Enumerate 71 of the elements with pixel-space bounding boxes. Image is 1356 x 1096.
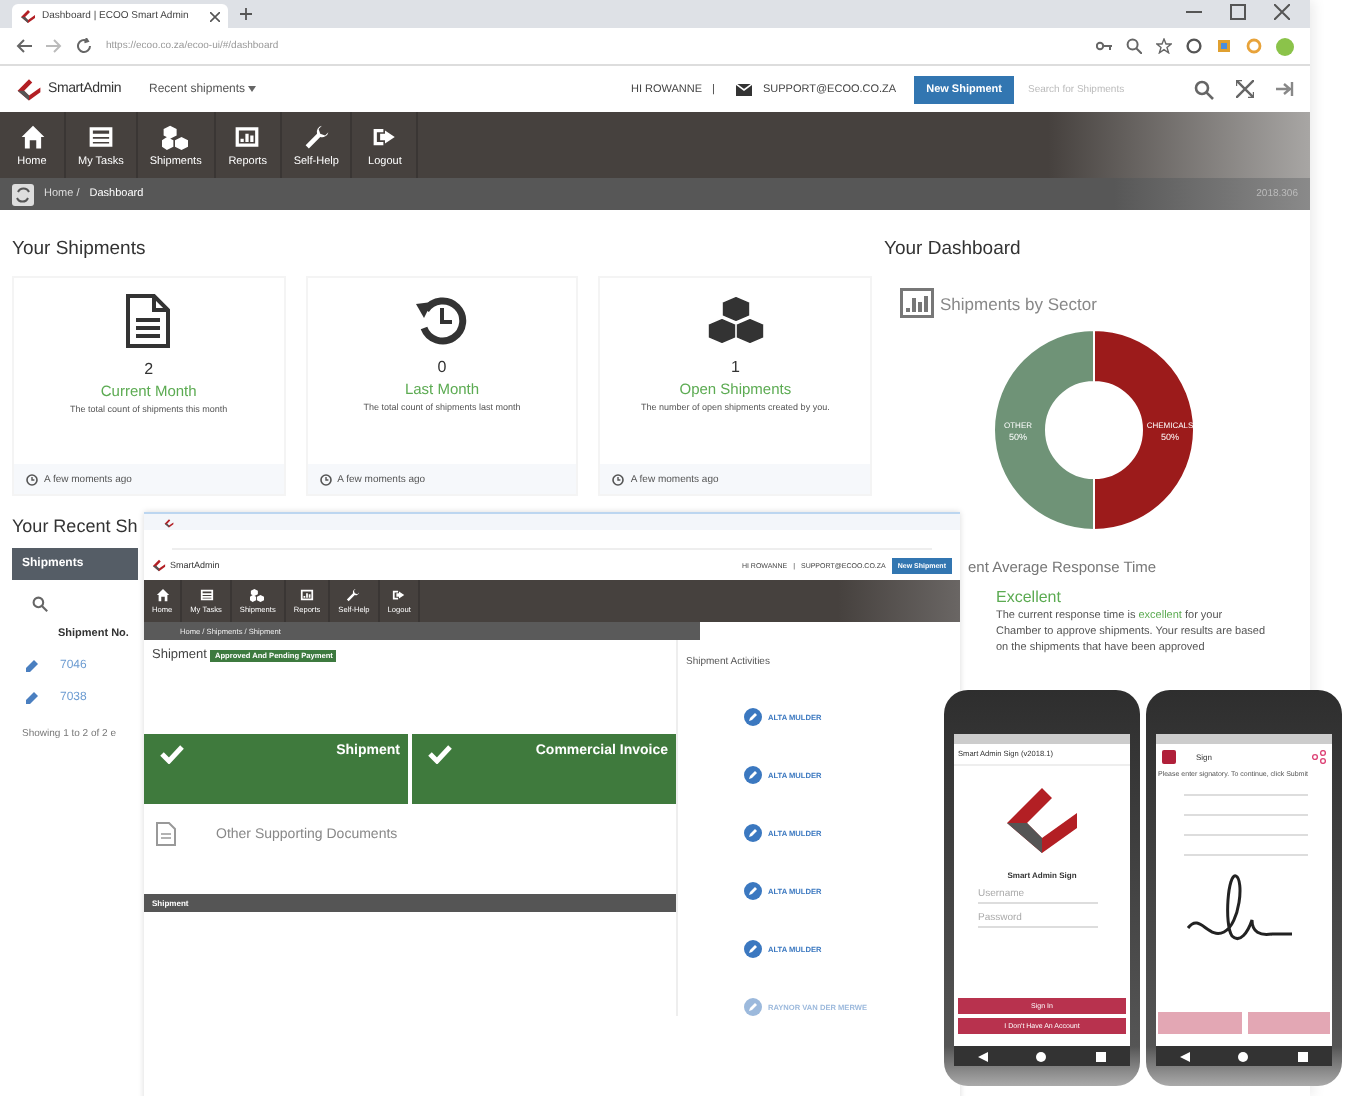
- document-icon: [126, 294, 171, 348]
- stat-count: 1: [730, 358, 740, 376]
- star-icon[interactable]: [1156, 38, 1172, 54]
- back-icon[interactable]: [16, 38, 32, 54]
- section-title: Your Recent Sh: [12, 516, 138, 536]
- logout-icon: [371, 123, 398, 149]
- wrench-icon: [346, 588, 361, 602]
- recent-apps-icon[interactable]: [1095, 1051, 1106, 1061]
- new-tab-icon[interactable]: [240, 8, 252, 20]
- stat-count: 0: [437, 358, 447, 376]
- input-field[interactable]: [1184, 790, 1308, 796]
- pencil-icon: [744, 998, 762, 1016]
- logout-icon: [392, 588, 407, 602]
- stat-count: 2: [144, 360, 154, 378]
- cubes-icon: [705, 294, 766, 346]
- envelope-icon: [736, 83, 753, 95]
- pencil-icon: [744, 940, 762, 958]
- home-icon: [155, 588, 170, 602]
- cubes-icon: [162, 123, 189, 149]
- back-icon[interactable]: [1180, 1051, 1191, 1061]
- pencil-icon: [744, 766, 762, 784]
- logo-icon: [20, 8, 36, 24]
- bar-chart-icon: [234, 123, 261, 149]
- section-title: Your Dashboard: [884, 238, 1023, 260]
- section-title: Your Shipments: [12, 238, 148, 260]
- bar-chart-icon: [900, 288, 934, 318]
- logo-icon: [152, 558, 166, 572]
- maximize-icon[interactable]: [1230, 3, 1246, 19]
- edit-icon[interactable]: [26, 658, 40, 672]
- fullscreen-icon[interactable]: [1236, 80, 1254, 98]
- cubes-icon: [250, 588, 265, 602]
- history-icon: [416, 294, 468, 346]
- check-icon: [160, 744, 184, 764]
- input-field[interactable]: [1184, 830, 1308, 836]
- logo-icon: [16, 76, 42, 102]
- zoom-icon[interactable]: [1126, 38, 1142, 54]
- pencil-icon: [744, 882, 762, 900]
- clock-icon: [26, 473, 38, 485]
- share-icon[interactable]: [1312, 750, 1326, 764]
- caret-icon: [248, 85, 257, 91]
- input-field[interactable]: [1184, 850, 1308, 856]
- edit-icon[interactable]: [26, 690, 40, 704]
- home-icon[interactable]: [1036, 1051, 1047, 1061]
- list-icon: [199, 588, 214, 602]
- close-icon[interactable]: [210, 11, 220, 21]
- input-field[interactable]: [1184, 810, 1308, 816]
- browser-tab[interactable]: [164, 517, 174, 527]
- rating-text: Excellent: [996, 588, 1063, 606]
- check-icon: [428, 744, 452, 764]
- search-icon[interactable]: [1194, 79, 1214, 99]
- wrench-icon: [303, 123, 330, 149]
- home-icon[interactable]: [1238, 1051, 1249, 1061]
- close-icon[interactable]: [1274, 3, 1290, 19]
- key-icon[interactable]: [1096, 38, 1112, 54]
- bar-chart-icon: [300, 588, 314, 602]
- reload-icon[interactable]: [76, 38, 92, 54]
- logout-icon[interactable]: [1276, 80, 1294, 98]
- recent-apps-icon[interactable]: [1297, 1051, 1308, 1061]
- logo-icon: [164, 517, 174, 527]
- home-icon: [19, 123, 45, 149]
- pencil-icon: [744, 708, 762, 726]
- chart-title: Shipments by Sector: [940, 293, 1097, 313]
- pencil-icon: [744, 824, 762, 842]
- refresh-icon[interactable]: [12, 183, 34, 205]
- document-icon: [156, 822, 176, 846]
- list-icon: [87, 123, 114, 149]
- app-icon: [1162, 750, 1176, 764]
- clock-icon: [612, 473, 625, 485]
- clock-icon: [319, 473, 332, 485]
- search-icon[interactable]: [32, 596, 48, 612]
- back-icon[interactable]: [978, 1051, 989, 1061]
